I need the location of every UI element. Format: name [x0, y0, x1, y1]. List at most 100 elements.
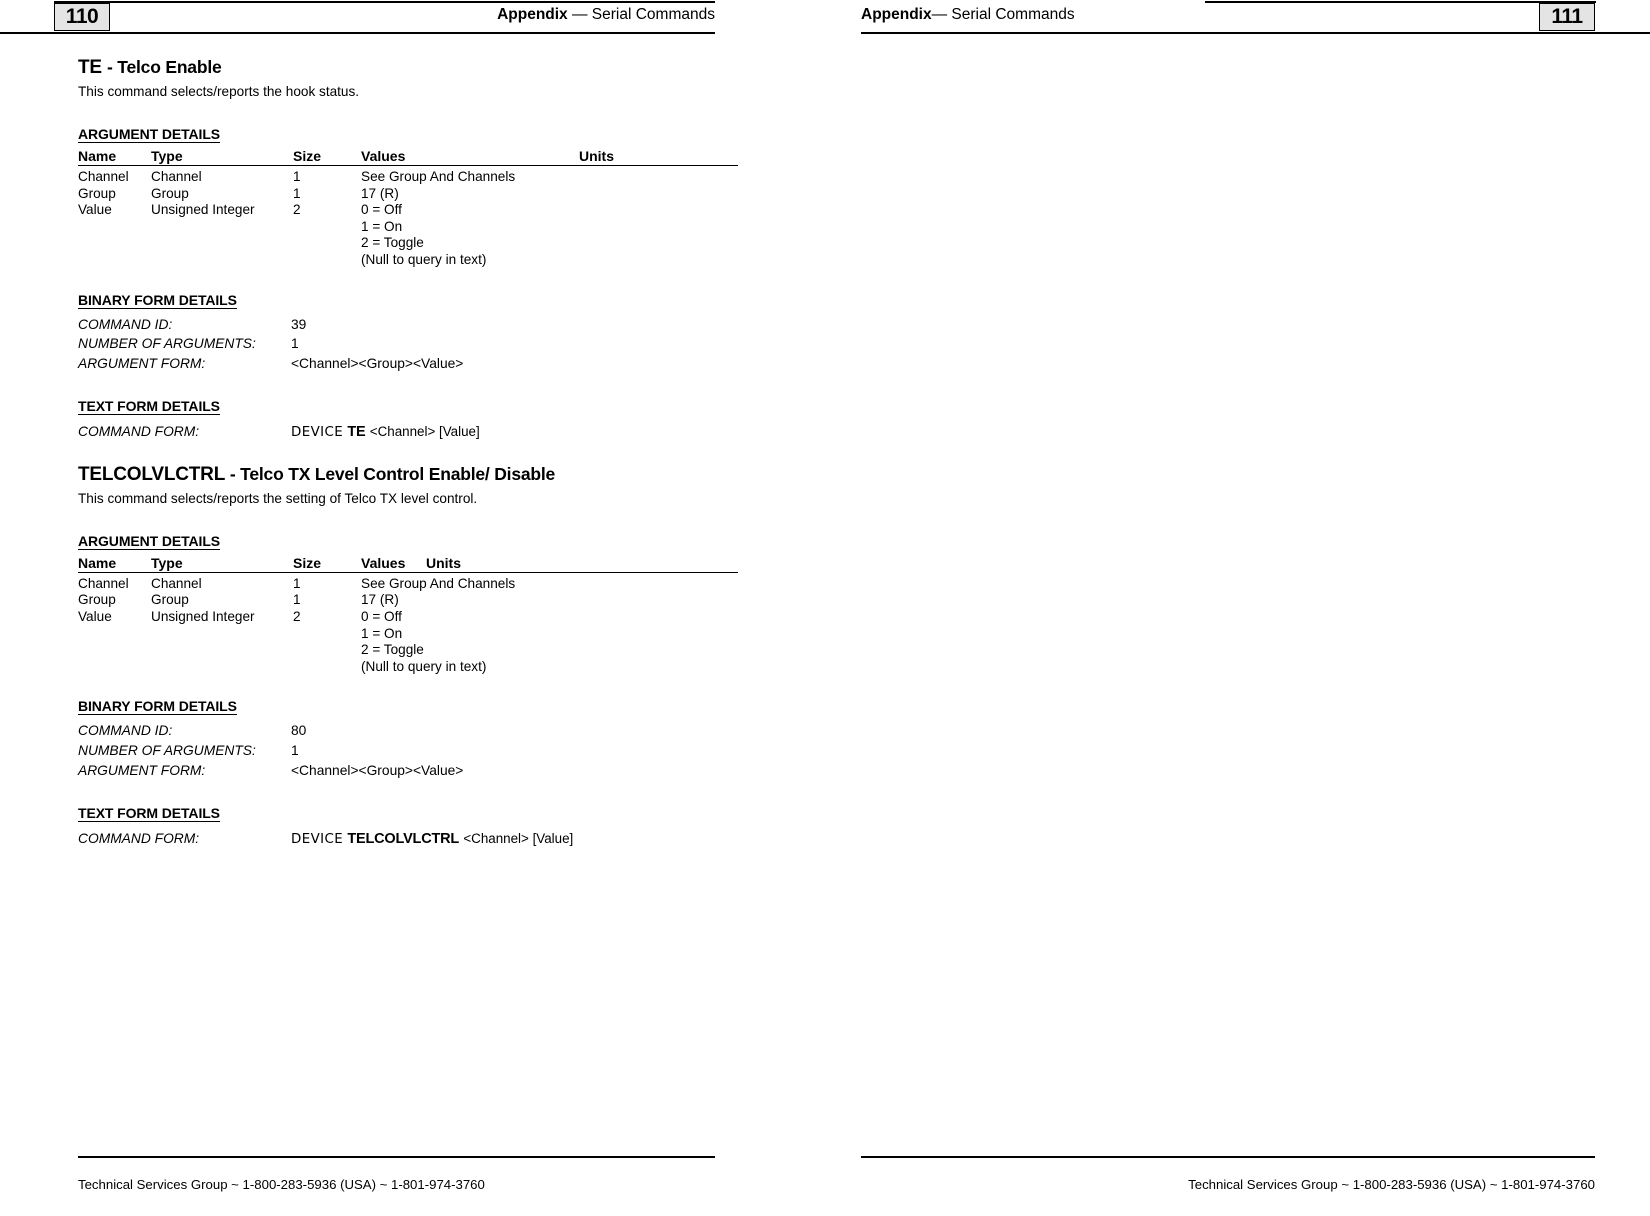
command-form-label: COMMAND FORM: [78, 831, 200, 847]
argument-table: Name Type Size Values Units Channel Chan… [78, 555, 738, 674]
command-form-arguments: <Channel> [Value] [369, 424, 480, 440]
command-form-row: COMMAND FORM: DEVICE TELCOLVLCTRL <Chann… [78, 829, 738, 850]
text-form-rows: COMMAND FORM: DEVICE TELCOLVLCTRL <Chann… [78, 829, 738, 850]
binary-form-block: BINARY FORM DETAILS [78, 686, 738, 716]
argument-details-block: ARGUMENT DETAILS [78, 521, 738, 550]
detail-value: 1 [291, 336, 299, 352]
running-head-rest: — Serial Commands [572, 6, 715, 23]
table-row: Value Unsigned Integer 2 0 = Off 1 = On 2 … [78, 607, 738, 673]
command-title-te: TE - Telco Enable [78, 58, 738, 77]
cell-values: 17 (R) [361, 184, 579, 201]
detail-row: COMMAND ID: 39 [78, 315, 738, 335]
command-form-arguments: <Channel> [Value] [463, 831, 574, 847]
value-line: See Group And Channels [361, 168, 516, 184]
detail-row: ARGUMENT FORM: <Channel><Group><Value> [78, 354, 738, 374]
detail-value: 1 [291, 742, 299, 758]
command-form-label: COMMAND FORM: [78, 424, 200, 440]
running-head-left: 110 Appendix — Serial Commands [0, 0, 825, 40]
argument-table: Name Type Size Values Units Channel Chan… [78, 148, 738, 267]
cell-values: 17 (R) [361, 590, 738, 607]
value-line: (Null to query in text) [361, 251, 487, 267]
cell-type: Group [151, 185, 189, 201]
value-line: 0 = Off [361, 609, 402, 625]
detail-label: ARGUMENT FORM: [78, 762, 206, 778]
detail-label: ARGUMENT FORM: [78, 355, 206, 371]
command-form-keyword: DEVICE [291, 425, 344, 441]
table-header-row: Name Type Size Values Units [78, 148, 738, 166]
value-line: 1 = On [361, 218, 403, 234]
detail-row: NUMBER OF ARGUMENTS: 1 [78, 741, 738, 761]
cell-values: See Group And Channels [361, 165, 579, 183]
command-description: This command selects/reports the hook st… [78, 84, 360, 99]
cell-size: 1 [293, 575, 301, 591]
table-row: Channel Channel 1 See Group And Channels [78, 572, 738, 591]
cell-type: Channel [151, 575, 202, 591]
binary-form-block: BINARY FORM DETAILS [78, 280, 738, 309]
header-rule-bottom [861, 32, 1650, 34]
value-line: 17 (R) [361, 185, 399, 201]
command-description: This command selects/reports the setting… [78, 490, 478, 506]
detail-row: COMMAND ID: 80 [78, 721, 738, 741]
value-line: 0 = Off [361, 202, 402, 218]
col-header-size: Size [293, 148, 361, 166]
cell-values: 0 = Off 1 = On 2 = Toggle (Null to query in… [361, 607, 738, 673]
detail-value: 80 [291, 723, 307, 739]
command-form-value: DEVICE TELCOLVLCTRL <Channel> [Value] [291, 829, 573, 850]
binary-detail-rows: COMMAND ID: 39 NUMBER OF ARGUMENTS: 1 AR… [78, 315, 738, 374]
table-header-row: Name Type Size Values Units [78, 555, 738, 573]
two-page-spread: 110 Appendix — Serial Commands TE - Telc… [0, 0, 1650, 1216]
command-title-lead: TE [78, 57, 102, 78]
detail-label: COMMAND ID: [78, 723, 173, 739]
value-line: 1 = On [361, 625, 403, 641]
command-form-row: COMMAND FORM: DEVICE TE <Channel> [Value… [78, 422, 738, 443]
header-rule-bottom [0, 32, 715, 34]
value-line: See Group And Channels [361, 575, 516, 591]
running-head-rest: — Serial Commands [931, 6, 1075, 23]
page-110: 110 Appendix — Serial Commands TE - Telc… [0, 0, 825, 1216]
cell-name: Group [78, 185, 116, 201]
cell-units [579, 165, 738, 183]
binary-form-heading: BINARY FORM DETAILS [78, 291, 237, 309]
value-line: (Null to query in text) [361, 658, 487, 674]
value-line: 17 (R) [361, 592, 399, 608]
text-form-heading: TEXT FORM DETAILS [78, 805, 220, 823]
col-header-name: Name [78, 148, 151, 166]
footer-text: Technical Services Group ~ 1-800-283-593… [1188, 1177, 1595, 1192]
command-title-lead: TELCOLVLCTRL [78, 463, 225, 485]
cell-name: Value [78, 202, 112, 218]
cell-name: Channel [78, 168, 129, 184]
argument-details-heading: ARGUMENT DETAILS [78, 125, 221, 143]
cell-values: See Group And Channels [361, 572, 738, 590]
argument-details-block: ARGUMENT DETAILS [78, 114, 738, 143]
footer-rule [861, 1156, 1595, 1158]
command-title-rest: - Telco TX Level Control Enable/ Disable [229, 463, 556, 484]
text-form-heading: TEXT FORM DETAILS [78, 398, 220, 416]
cell-size: 2 [293, 202, 301, 218]
command-form-keyword: DEVICE [291, 832, 344, 848]
footer-text: Technical Services Group ~ 1-800-283-593… [78, 1177, 485, 1192]
detail-value: <Channel><Group><Value> [291, 762, 464, 778]
table-row: Group Group 1 17 (R) [78, 184, 738, 201]
detail-label: NUMBER OF ARGUMENTS: [78, 742, 256, 758]
cell-type: Unsigned Integer [151, 202, 255, 218]
cell-size: 1 [293, 592, 301, 608]
col-header-values: Values [361, 148, 579, 166]
running-head-text: Appendix — Serial Commands [497, 6, 715, 24]
text-form-block: TEXT FORM DETAILS [78, 793, 738, 823]
detail-label: NUMBER OF ARGUMENTS: [78, 336, 256, 352]
table-row: Channel Channel 1 See Group And Channels [78, 165, 738, 184]
col-header-units: Units [426, 555, 738, 573]
cell-size: 1 [293, 185, 301, 201]
detail-value: <Channel><Group><Value> [291, 355, 464, 371]
table-row: Group Group 1 17 (R) [78, 590, 738, 607]
running-head-text: Appendix— Serial Commands [861, 6, 1075, 24]
page-content-left: TE - Telco Enable This command selects/r… [78, 58, 738, 850]
cell-name: Channel [78, 575, 129, 591]
cell-name: Group [78, 592, 116, 608]
command-title-telcolvlctrl: TELCOLVLCTRL - Telco TX Level Control En… [78, 465, 738, 484]
col-header-units: Units [579, 148, 738, 166]
page-number: 110 [54, 3, 110, 31]
cell-units [579, 184, 738, 201]
page-number: 111 [1539, 3, 1595, 31]
